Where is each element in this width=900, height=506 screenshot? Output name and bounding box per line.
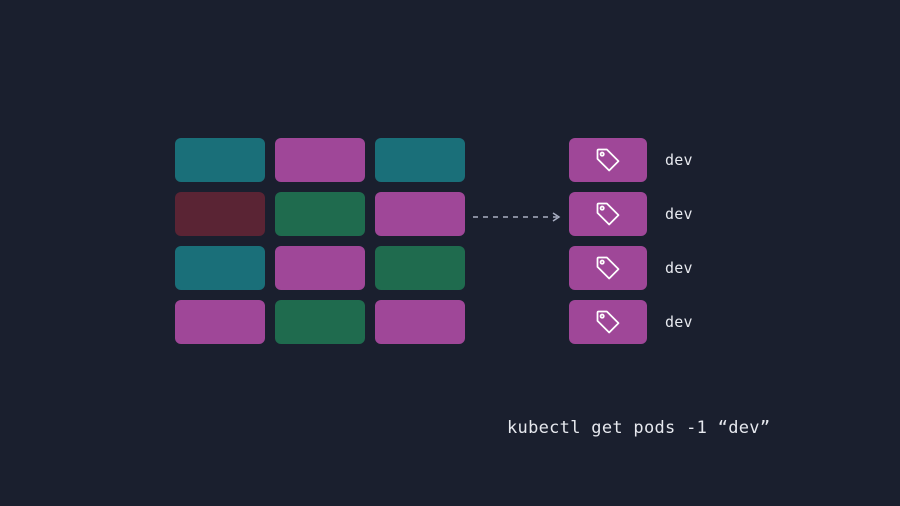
result-label: dev [665,313,693,331]
result-label: dev [665,205,693,223]
pod-tile [275,300,365,344]
tag-icon [594,254,622,282]
diagram-stage: dev dev dev [175,138,693,344]
pod-tile [375,192,465,236]
result-row: dev [569,300,693,344]
pod-tile [375,246,465,290]
tag-icon [594,146,622,174]
result-tile [569,138,647,182]
pods-grid [175,138,465,344]
pod-tile [375,138,465,182]
pod-tile [275,246,365,290]
result-tile [569,192,647,236]
tag-icon [594,308,622,336]
command-text: kubectl get pods -1 “dev” [507,418,770,438]
result-label: dev [665,259,693,277]
pod-tile [375,300,465,344]
pod-tile [275,138,365,182]
pod-tile [175,300,265,344]
result-row: dev [569,138,693,182]
result-tile [569,300,647,344]
pod-tile [275,192,365,236]
result-column: dev dev dev [569,138,693,344]
pod-tile [175,246,265,290]
pod-tile [175,192,265,236]
arrow-icon [471,212,567,222]
selection-arrow [465,192,569,236]
result-row: dev [569,192,693,236]
result-row: dev [569,246,693,290]
result-tile [569,246,647,290]
pod-tile [175,138,265,182]
tag-icon [594,200,622,228]
result-label: dev [665,151,693,169]
